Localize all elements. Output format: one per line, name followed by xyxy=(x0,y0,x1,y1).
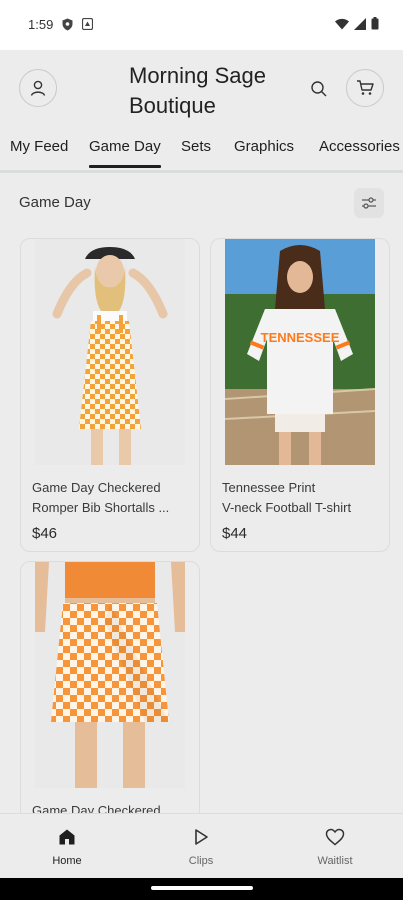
nav-home-label: Home xyxy=(52,855,82,867)
product-image[interactable]: TENNESSEE xyxy=(225,239,375,465)
heart-icon xyxy=(325,826,345,848)
profile-button[interactable] xyxy=(19,69,57,107)
play-icon xyxy=(192,826,210,848)
product-image[interactable] xyxy=(35,239,185,465)
shield-icon xyxy=(62,18,73,31)
product-card[interactable]: Game Day Checkered xyxy=(20,561,200,841)
gesture-handle[interactable] xyxy=(151,886,253,890)
gesture-navigation-area xyxy=(0,878,403,900)
section-header: Game Day xyxy=(0,180,403,225)
search-button[interactable] xyxy=(306,76,332,102)
bottom-navigation: Home Clips Waitlist xyxy=(0,813,403,878)
product-price: $44 xyxy=(222,525,248,542)
status-time: 1:59 xyxy=(28,17,54,32)
tab-graphics[interactable]: Graphics xyxy=(234,138,294,155)
status-left-icons xyxy=(62,18,93,31)
active-tab-indicator xyxy=(89,165,161,168)
nav-waitlist-label: Waitlist xyxy=(317,855,353,867)
tab-my-feed[interactable]: My Feed xyxy=(10,138,68,155)
tab-sets[interactable]: Sets xyxy=(181,138,211,155)
wifi-icon xyxy=(335,18,349,29)
nav-waitlist[interactable]: Waitlist xyxy=(268,814,402,879)
category-tabs: My Feed Game Day Sets Graphics Accessori… xyxy=(0,130,403,170)
cart-icon xyxy=(356,80,374,95)
store-title: Morning Sage Boutique xyxy=(129,63,266,118)
cart-button[interactable] xyxy=(346,69,384,107)
signal-icon xyxy=(354,17,366,30)
shirt-print-text: TENNESSEE xyxy=(261,330,340,345)
user-icon xyxy=(30,80,46,96)
status-bar: 1:59 xyxy=(0,0,403,50)
product-price: $46 xyxy=(32,525,58,542)
product-name-line2: Romper Bib Shortalls ... xyxy=(32,500,170,515)
notification-icon xyxy=(82,18,93,30)
tab-game-day[interactable]: Game Day xyxy=(89,138,161,155)
search-icon xyxy=(311,81,327,97)
product-name-line1: Tennessee Print xyxy=(222,480,316,495)
tab-accessories[interactable]: Accessories xyxy=(319,138,400,155)
app-header: Morning Sage Boutique xyxy=(0,50,403,130)
nav-home[interactable]: Home xyxy=(0,814,134,879)
product-card[interactable]: TENNESSEE Tennessee Print V-neck Footbal… xyxy=(210,238,390,552)
nav-clips-label: Clips xyxy=(188,855,214,867)
product-card[interactable]: Game Day Checkered Romper Bib Shortalls … xyxy=(20,238,200,552)
product-name-line2: V-neck Football T-shirt xyxy=(222,500,352,515)
product-name-line1: Game Day Checkered xyxy=(32,480,161,495)
product-image[interactable] xyxy=(35,562,185,788)
battery-icon xyxy=(371,17,379,30)
home-icon xyxy=(58,826,76,848)
tabs-divider xyxy=(0,170,403,173)
status-right-icons xyxy=(335,17,379,30)
nav-clips[interactable]: Clips xyxy=(134,814,268,879)
filter-button[interactable] xyxy=(354,188,384,218)
section-title: Game Day xyxy=(19,194,91,211)
filter-sliders-icon xyxy=(362,197,376,209)
